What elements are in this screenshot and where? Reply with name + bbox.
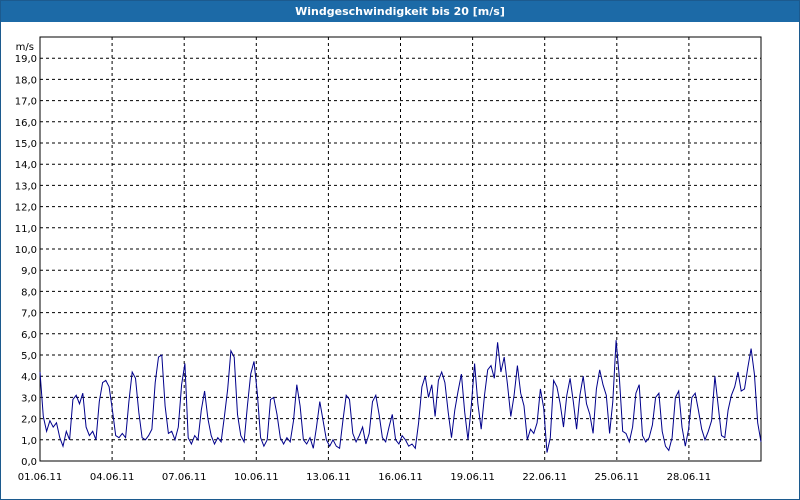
- x-tick-label: 01.06.11: [18, 472, 63, 483]
- y-tick-label: 13,0: [15, 181, 37, 192]
- y-axis-ticks: 0,0 1,0 2,0 3,0 4,0 5,0 6,0 7,0 8,0 9,0 10,0 11,0 12…: [15, 54, 37, 468]
- y-tick-label: 7,0: [21, 309, 37, 320]
- wind-speed-chart: 0,0 1,0 2,0 3,0 4,0 5,0 6,0 7,0 8,0 9,0 10,0 11,0 12…: [15, 36, 762, 483]
- x-tick-label: 04.06.11: [90, 472, 135, 483]
- y-tick-label: 15,0: [15, 139, 37, 150]
- x-tick-label: 19.06.11: [450, 472, 495, 483]
- y-tick-label: 11,0: [15, 224, 37, 235]
- y-tick-label: 5,0: [21, 351, 37, 362]
- y-tick-label: 8,0: [21, 287, 37, 298]
- y-tick-label: 17,0: [15, 97, 37, 108]
- y-tick-label: 12,0: [15, 203, 37, 214]
- x-tick-label: 07.06.11: [162, 472, 207, 483]
- y-tick-label: 14,0: [15, 160, 37, 171]
- y-tick-label: 19,0: [15, 54, 37, 65]
- x-tick-label: 28.06.11: [667, 472, 712, 483]
- y-axis-label: m/s: [16, 42, 34, 53]
- x-tick-label: 13.06.11: [306, 472, 351, 483]
- y-tick-label: 10,0: [15, 245, 37, 256]
- y-tick-label: 0,0: [21, 457, 37, 468]
- x-tick-label: 10.06.11: [234, 472, 279, 483]
- y-tick-label: 3,0: [21, 393, 37, 404]
- y-tick-label: 2,0: [21, 415, 37, 426]
- y-tick-label: 16,0: [15, 118, 37, 129]
- x-tick-label: 22.06.11: [522, 472, 567, 483]
- y-tick-label: 6,0: [21, 330, 37, 341]
- grid-lines: [40, 37, 761, 461]
- y-tick-label: 9,0: [21, 266, 37, 277]
- y-tick-label: 4,0: [21, 372, 37, 383]
- y-tick-label: 18,0: [15, 75, 37, 86]
- x-tick-label: 16.06.11: [378, 472, 423, 483]
- y-tick-label: 1,0: [21, 436, 37, 447]
- x-tick-label: 25.06.11: [595, 472, 640, 483]
- x-axis-ticks: 01.06.11 04.06.11 07.06.11 10.06.11 13.06.11…: [18, 472, 711, 483]
